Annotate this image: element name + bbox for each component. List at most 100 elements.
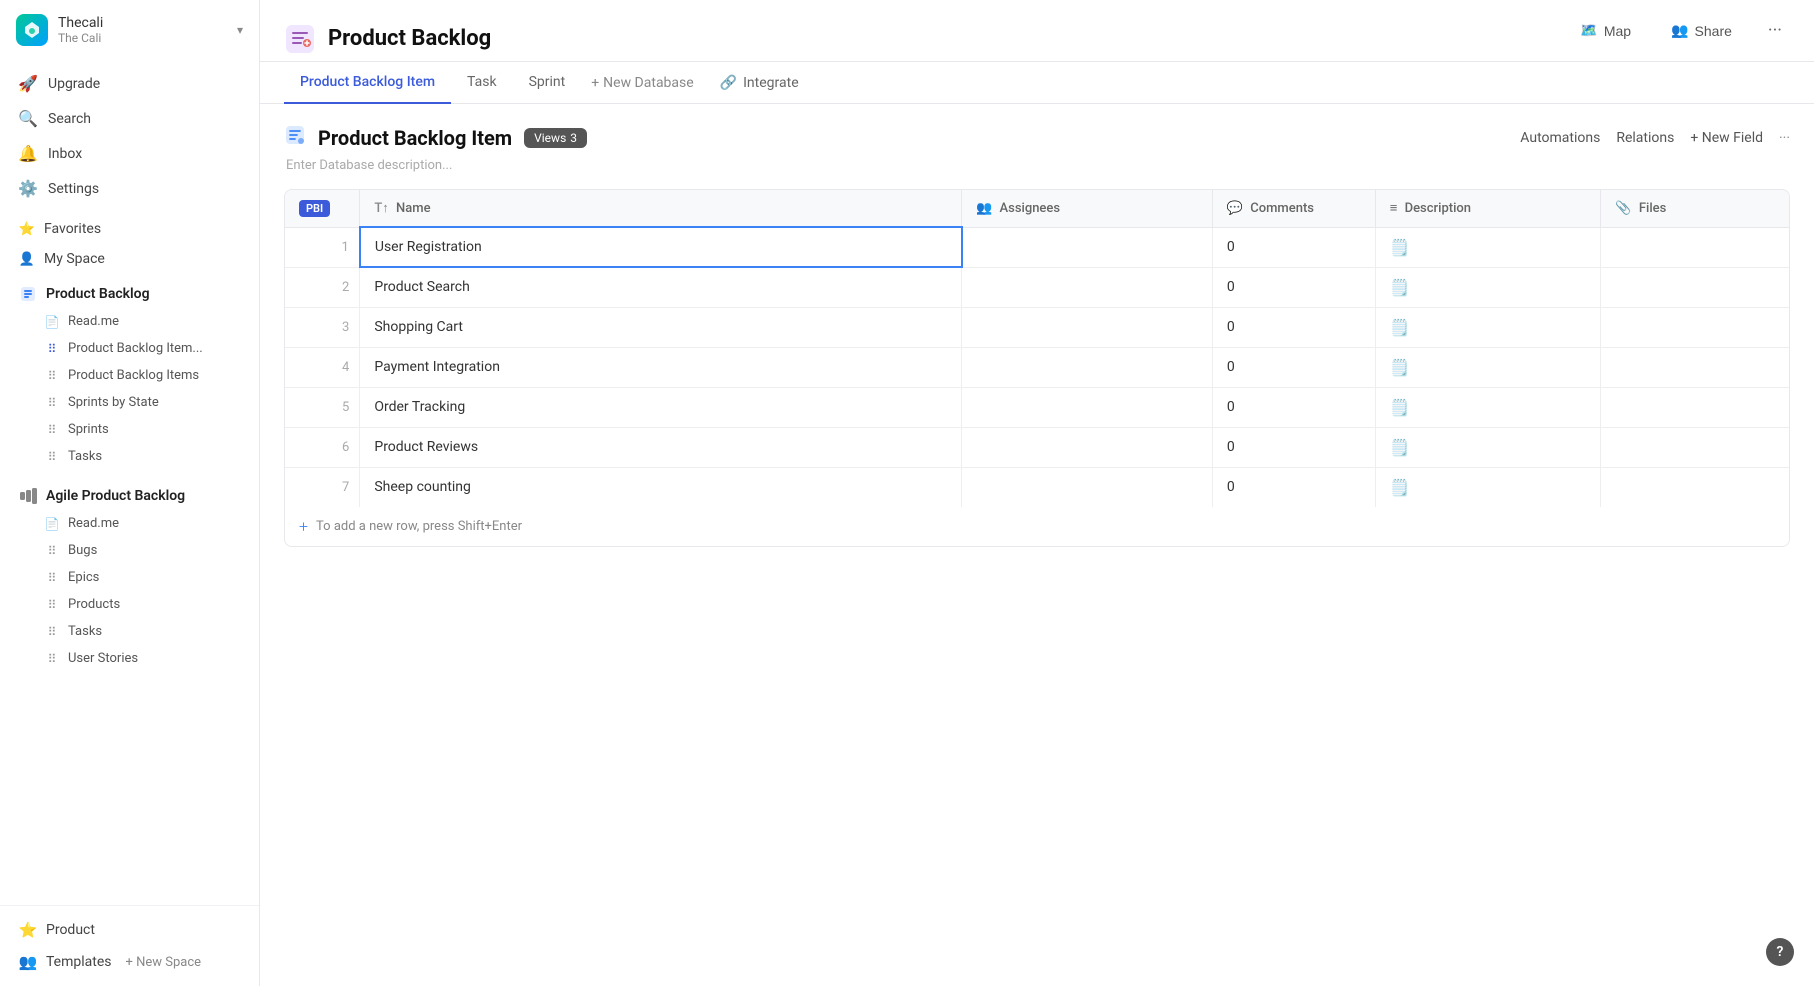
bugs-icon: ⠿ [44, 544, 60, 558]
row-name-cell[interactable]: Payment Integration [360, 347, 962, 387]
content-area: Product Backlog Item Views 3 Automations… [260, 104, 1814, 986]
col-name[interactable]: T↑ Name [360, 190, 962, 227]
sidebar-sub-tasks-2[interactable]: ⠿ Tasks [8, 618, 251, 645]
row-assignees-cell[interactable] [962, 427, 1213, 467]
table-row[interactable]: 1User Registration0🗒️ [285, 227, 1789, 267]
favorites-icon: ⭐ [18, 222, 36, 237]
row-assignees-cell[interactable] [962, 467, 1213, 507]
tab-product-backlog-item[interactable]: Product Backlog Item [284, 62, 451, 104]
row-description-cell[interactable]: 🗒️ [1375, 467, 1601, 507]
more-options-icon[interactable]: ··· [1760, 16, 1790, 45]
tasks-2-label: Tasks [68, 624, 102, 639]
product-backlog-group-header[interactable]: Product Backlog [8, 276, 251, 308]
description-doc-icon: 🗒️ [1390, 238, 1410, 257]
map-button[interactable]: 🗺️ Map [1568, 16, 1643, 45]
views-button[interactable]: Views 3 [524, 128, 587, 148]
table-row[interactable]: 6Product Reviews0🗒️ [285, 427, 1789, 467]
tab-sprint[interactable]: Sprint [513, 62, 582, 104]
row-name-cell[interactable]: Product Search [360, 267, 962, 307]
row-name-cell[interactable]: User Registration [360, 227, 962, 267]
search-icon: 🔍 [18, 109, 38, 128]
row-files-cell[interactable] [1601, 347, 1789, 387]
sidebar-item-inbox[interactable]: 🔔 Inbox [8, 136, 251, 171]
row-assignees-cell[interactable] [962, 227, 1213, 267]
row-assignees-cell[interactable] [962, 307, 1213, 347]
table-row[interactable]: 7Sheep counting0🗒️ [285, 467, 1789, 507]
automations-button[interactable]: Automations [1520, 130, 1600, 146]
row-comments-cell: 0 [1212, 347, 1375, 387]
row-name-cell[interactable]: Sheep counting [360, 467, 962, 507]
sidebar-item-upgrade[interactable]: 🚀 Upgrade [8, 66, 251, 101]
sidebar-item-favorites[interactable]: ⭐ Favorites [8, 214, 251, 244]
col-comments[interactable]: 💬 Comments [1212, 190, 1375, 227]
sidebar-item-my-space[interactable]: 👤 My Space [8, 244, 251, 274]
row-assignees-cell[interactable] [962, 267, 1213, 307]
sidebar-item-settings[interactable]: ⚙️ Settings [8, 171, 251, 206]
my-space-icon: 👤 [18, 252, 36, 267]
sidebar-sub-read-me-1[interactable]: 📄 Read.me [8, 308, 251, 335]
settings-label: Settings [48, 181, 99, 197]
sidebar-sub-product-backlog-item[interactable]: ⠿ Product Backlog Item... [8, 335, 251, 362]
row-description-cell[interactable]: 🗒️ [1375, 307, 1601, 347]
table-row[interactable]: 2Product Search0🗒️ [285, 267, 1789, 307]
help-button[interactable]: ? [1766, 938, 1794, 966]
row-number: 5 [285, 387, 360, 427]
table-row[interactable]: 3Shopping Cart0🗒️ [285, 307, 1789, 347]
tab-new-database[interactable]: + New Database [581, 63, 703, 103]
row-files-cell[interactable] [1601, 307, 1789, 347]
relations-button[interactable]: Relations [1616, 130, 1674, 146]
sidebar-sub-tasks[interactable]: ⠿ Tasks [8, 443, 251, 470]
row-description-cell[interactable]: 🗒️ [1375, 267, 1601, 307]
sidebar-item-search[interactable]: 🔍 Search [8, 101, 251, 136]
row-number: 1 [285, 227, 360, 267]
col-files[interactable]: 📎 Files [1601, 190, 1789, 227]
org-header[interactable]: Thecali The Cali ▾ [0, 0, 259, 60]
row-files-cell[interactable] [1601, 387, 1789, 427]
sidebar-sub-bugs[interactable]: ⠿ Bugs [8, 537, 251, 564]
row-files-cell[interactable] [1601, 467, 1789, 507]
sidebar-sub-read-me-2[interactable]: 📄 Read.me [8, 510, 251, 537]
row-files-cell[interactable] [1601, 267, 1789, 307]
col-assignees[interactable]: 👥 Assignees [962, 190, 1213, 227]
sidebar-sub-sprints[interactable]: ⠿ Sprints [8, 416, 251, 443]
agile-backlog-group: Agile Product Backlog 📄 Read.me ⠿ Bugs ⠿… [0, 478, 259, 672]
database-description[interactable]: Enter Database description... [284, 158, 1790, 173]
row-files-cell[interactable] [1601, 227, 1789, 267]
row-name-cell[interactable]: Shopping Cart [360, 307, 962, 347]
row-name-cell[interactable]: Order Tracking [360, 387, 962, 427]
tab-task[interactable]: Task [451, 62, 513, 104]
sidebar-item-product[interactable]: ⭐ Product [8, 914, 251, 946]
row-files-cell[interactable] [1601, 427, 1789, 467]
row-name-cell[interactable]: Product Reviews [360, 427, 962, 467]
sidebar-item-templates[interactable]: 👥 Templates + New Space [8, 946, 251, 978]
tab-integrate[interactable]: 🔗 Integrate [704, 63, 815, 103]
comments-col-icon: 💬 [1227, 201, 1243, 216]
share-button[interactable]: 👥 Share [1659, 16, 1744, 45]
col-description[interactable]: ≡ Description [1375, 190, 1601, 227]
sidebar-sub-epics[interactable]: ⠿ Epics [8, 564, 251, 591]
table-row[interactable]: 5Order Tracking 0🗒️ [285, 387, 1789, 427]
sidebar-sub-sprints-by-state[interactable]: ⠿ Sprints by State [8, 389, 251, 416]
table-row[interactable]: 4Payment Integration0🗒️ [285, 347, 1789, 387]
row-description-cell[interactable]: 🗒️ [1375, 427, 1601, 467]
row-number: 7 [285, 467, 360, 507]
row-comments-cell: 0 [1212, 307, 1375, 347]
sidebar-sub-user-stories[interactable]: ⠿ User Stories [8, 645, 251, 672]
add-row-button[interactable]: + To add a new row, press Shift+Enter [285, 507, 1789, 546]
sidebar-sub-product-backlog-items[interactable]: ⠿ Product Backlog Items [8, 362, 251, 389]
row-assignees-cell[interactable] [962, 387, 1213, 427]
table-more-icon[interactable]: ··· [1779, 130, 1790, 146]
description-doc-icon: 🗒️ [1390, 438, 1410, 457]
agile-backlog-group-header[interactable]: Agile Product Backlog [8, 478, 251, 510]
row-description-cell[interactable]: 🗒️ [1375, 227, 1601, 267]
views-count: 3 [570, 131, 577, 145]
row-description-cell[interactable]: 🗒️ [1375, 347, 1601, 387]
inbox-icon: 🔔 [18, 144, 38, 163]
new-space-label[interactable]: + New Space [126, 955, 202, 970]
row-comments-cell: 0 [1212, 387, 1375, 427]
row-description-cell[interactable]: 🗒️ [1375, 387, 1601, 427]
sidebar-sub-products[interactable]: ⠿ Products [8, 591, 251, 618]
new-field-button[interactable]: + New Field [1690, 130, 1763, 146]
row-assignees-cell[interactable] [962, 347, 1213, 387]
my-space-label: My Space [44, 251, 105, 267]
